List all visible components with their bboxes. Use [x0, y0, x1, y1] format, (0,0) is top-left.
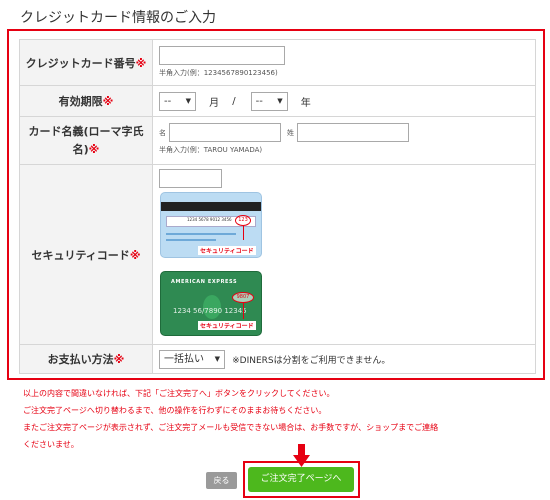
card-name-label-cont: 名)	[72, 142, 89, 156]
cvv-caption: セキュリティコード	[198, 246, 256, 255]
amex-card-image: AMERICAN EXPRESS 1234 56/7890 12345 9807…	[160, 271, 262, 336]
payment-cell: 一括払い ▼ ※DINERSは分割をご利用できません。	[152, 344, 536, 374]
expiry-year-select[interactable]: -- ▼	[250, 92, 288, 111]
payment-label: お支払い方法	[47, 353, 114, 366]
card-number-cell: 半角入力(例：1234567890123456)	[152, 39, 536, 86]
last-name-input[interactable]	[297, 123, 409, 142]
card-number-label-cell: クレジットカード番号※	[19, 39, 153, 86]
expiry-cell: -- ▼ 月 / -- ▼ 年	[152, 85, 536, 117]
card-number-hint: 半角入力(例：1234567890123456)	[159, 69, 278, 77]
expiry-row: 有効期限※ -- ▼ 月 / -- ▼ 年	[19, 85, 536, 117]
security-code-input[interactable]	[159, 169, 222, 188]
expiry-label-cell: 有効期限※	[19, 85, 153, 117]
first-name-label: 名	[159, 128, 166, 137]
card-name-label-cell: カード名義(ローマ字氏 名)※	[19, 116, 153, 165]
required-mark: ※	[129, 248, 141, 262]
year-unit: 年	[300, 98, 311, 109]
notice-line: またご注文完了ページが表示されず、ご注文完了メールも受信できない場合は、お手数で…	[23, 423, 439, 432]
payment-method-select[interactable]: 一括払い ▼	[159, 350, 225, 369]
expiry-month-value: --	[164, 96, 172, 107]
card-name-row: カード名義(ローマ字氏 名)※ 名 姓 半角入力(例：TAROU YAMADA)	[19, 116, 536, 165]
back-button[interactable]: 戻る	[206, 472, 237, 489]
page-title: クレジットカード情報のご入力	[20, 10, 216, 26]
cvv-highlight: 9807	[232, 292, 254, 303]
security-code-card-image: 1234 5678 9012 3456 123 セキュリティコード	[160, 192, 262, 258]
security-code-row: セキュリティコード※	[19, 164, 536, 345]
chevron-down-icon: ▼	[277, 97, 283, 105]
complete-order-button[interactable]: ご注文完了ページへ	[248, 467, 354, 492]
card-name-label: カード名義(ローマ字氏	[28, 124, 144, 138]
arrow-icon	[243, 303, 244, 319]
required-mark: ※	[135, 56, 147, 70]
first-name-input[interactable]	[169, 123, 281, 142]
card-number-label: クレジットカード番号	[25, 56, 136, 70]
expiry-label: 有効期限	[58, 95, 103, 108]
security-code-label: セキュリティコード	[31, 248, 130, 262]
chevron-down-icon: ▼	[214, 355, 220, 363]
required-mark: ※	[88, 142, 100, 156]
cvv-caption: セキュリティコード	[198, 321, 256, 330]
card-number-input[interactable]	[159, 46, 285, 65]
card-number-row: クレジットカード番号※ 半角入力(例：1234567890123456)	[19, 39, 536, 86]
notice-line: くださいませ。	[23, 440, 79, 449]
last-name-label: 姓	[287, 128, 294, 137]
card-name-inputs: 名 姓	[159, 123, 529, 142]
expiry-separator: /	[232, 96, 236, 107]
security-code-label-cell: セキュリティコード※	[19, 164, 153, 345]
payment-label-cell: お支払い方法※	[19, 344, 153, 374]
notice-line: ご注文完了ページへ切り替わるまで、他の操作を行わずにそのままお待ちください。	[23, 406, 327, 415]
card-brand-text: AMERICAN EXPRESS	[171, 279, 238, 285]
expiry-month-select[interactable]: -- ▼	[159, 92, 196, 111]
expiry-year-value: --	[255, 96, 263, 107]
card-number-text: 1234 5678 9012 3456	[187, 217, 232, 222]
magnetic-stripe	[161, 202, 261, 211]
credit-card-form: クレジットカード番号※ 半角入力(例：1234567890123456) 有効期…	[19, 39, 536, 374]
card-decoration-line	[166, 233, 236, 235]
payment-method-value: 一括払い	[164, 354, 204, 365]
required-mark: ※	[113, 353, 125, 366]
order-notice: 以上の内容で間違いなければ、下記「ご注文完了へ」ボタンをクリックしてください。 …	[23, 385, 533, 453]
arrow-icon	[243, 226, 244, 240]
cvv-highlight: 123	[235, 215, 251, 226]
card-name-hint: 半角入力(例：TAROU YAMADA)	[159, 146, 263, 154]
card-decoration-line	[166, 239, 216, 241]
notice-line: 以上の内容で間違いなければ、下記「ご注文完了へ」ボタンをクリックしてください。	[23, 389, 335, 398]
card-number-text: 1234 56/7890 12345	[173, 307, 247, 315]
required-mark: ※	[102, 95, 114, 108]
card-name-cell: 名 姓 半角入力(例：TAROU YAMADA)	[152, 116, 536, 165]
payment-row: お支払い方法※ 一括払い ▼ ※DINERSは分割をご利用できません。	[19, 344, 536, 374]
payment-note: ※DINERSは分割をご利用できません。	[232, 356, 391, 366]
chevron-down-icon: ▼	[185, 97, 191, 105]
month-unit: 月	[209, 98, 220, 109]
